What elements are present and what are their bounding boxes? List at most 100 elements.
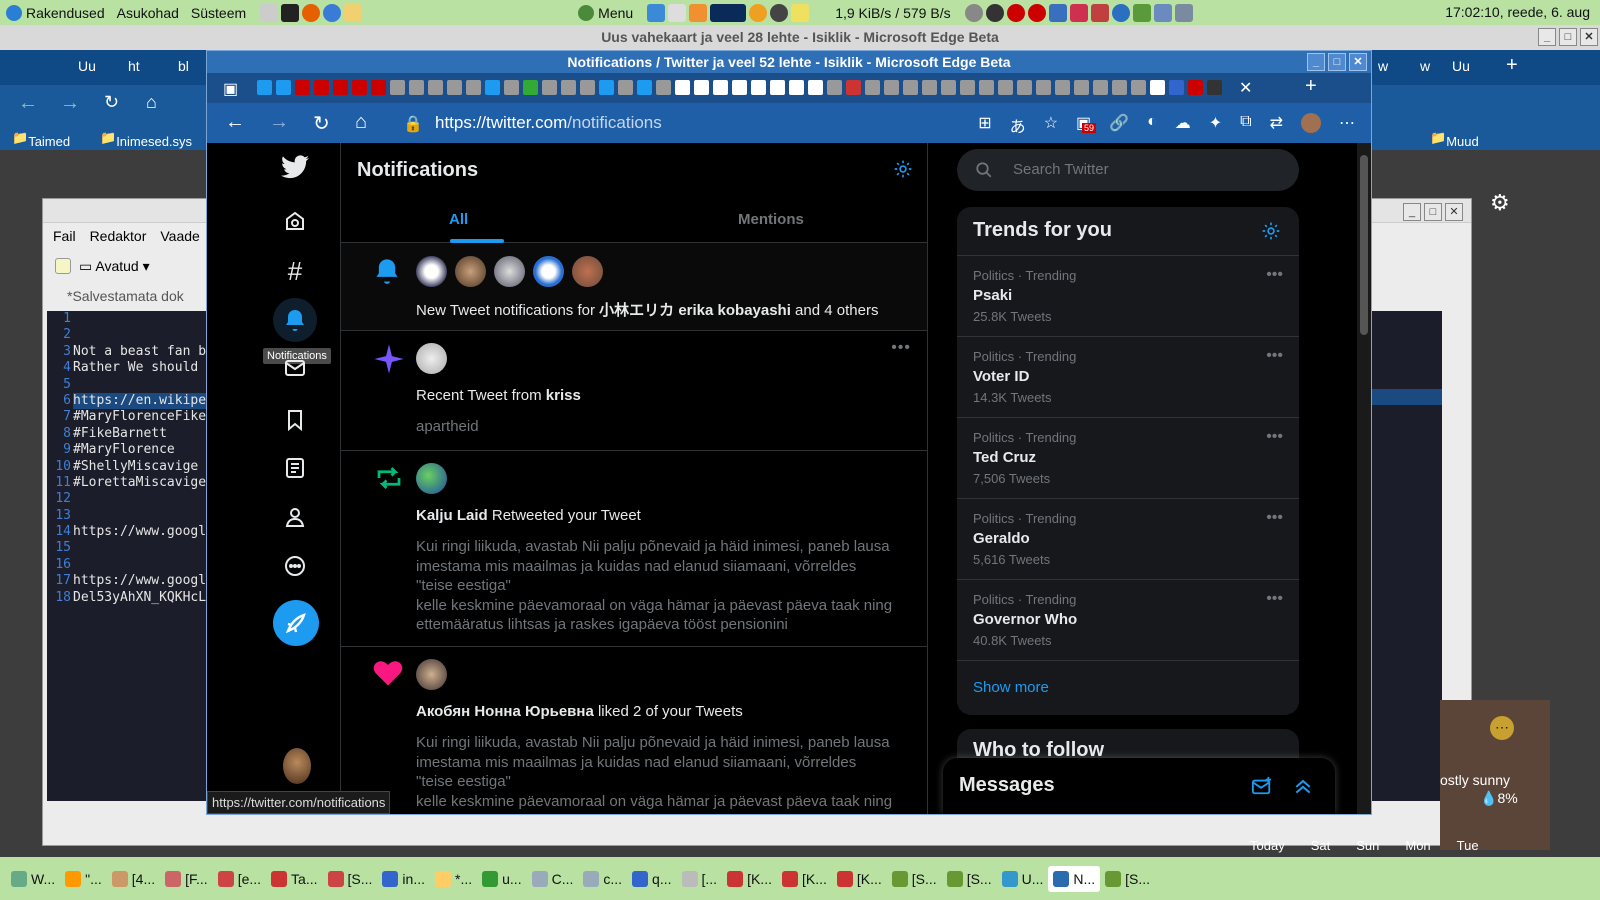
- tab-favicon-icon[interactable]: [732, 80, 747, 95]
- tab-favicon-icon[interactable]: [447, 80, 462, 95]
- notification-item[interactable]: New Tweet notifications for 小林エリカ erika …: [341, 243, 927, 331]
- tab-all[interactable]: All: [449, 211, 468, 228]
- taskbar-item[interactable]: [F...: [160, 866, 213, 892]
- taskbar-item[interactable]: [K...: [832, 866, 887, 892]
- close-icon[interactable]: ✕: [1349, 53, 1367, 71]
- avatar[interactable]: [455, 256, 486, 287]
- tab-favicon-icon[interactable]: [675, 80, 690, 95]
- tab-favicon-icon[interactable]: [1055, 80, 1070, 95]
- stats-icon[interactable]: [1153, 3, 1172, 22]
- clock[interactable]: 17:02:10, reede, 6. aug: [1445, 4, 1590, 20]
- bg-tab-r1[interactable]: w: [1378, 58, 1388, 74]
- package-icon[interactable]: [1069, 3, 1088, 22]
- taskbar-item[interactable]: Ta...: [266, 866, 322, 892]
- back-icon[interactable]: ←: [225, 111, 245, 134]
- tab-favicon-icon[interactable]: [504, 80, 519, 95]
- check-icon[interactable]: [647, 3, 666, 22]
- tab-favicon-icon[interactable]: [561, 80, 576, 95]
- new-message-icon[interactable]: [1251, 776, 1273, 796]
- network-icon[interactable]: [668, 3, 687, 22]
- home-icon[interactable]: [273, 199, 317, 243]
- taskbar-item[interactable]: [K...: [777, 866, 832, 892]
- bg-tab-r2[interactable]: w: [1420, 58, 1430, 74]
- trend-item[interactable]: Politics · Trending Psaki 25.8K Tweets •…: [957, 255, 1299, 336]
- close-icon[interactable]: ✕: [1580, 28, 1598, 46]
- tab-favicon-icon[interactable]: [770, 80, 785, 95]
- avatar[interactable]: [572, 256, 603, 287]
- show-more-link[interactable]: Show more: [973, 679, 1049, 696]
- tab-favicon-icon[interactable]: [713, 80, 728, 95]
- record-icon[interactable]: [1027, 3, 1046, 22]
- tab-favicon-icon[interactable]: [637, 80, 652, 95]
- close-icon[interactable]: ✕: [1445, 203, 1463, 221]
- apps-menu[interactable]: Rakendused: [0, 4, 111, 21]
- tab-favicon-icon[interactable]: [1017, 80, 1032, 95]
- profile-icon[interactable]: [273, 495, 317, 539]
- menu-file[interactable]: Fail: [53, 228, 76, 244]
- avatar[interactable]: [416, 256, 447, 287]
- notes-icon[interactable]: [791, 3, 810, 22]
- avatar[interactable]: [416, 659, 447, 690]
- more-circle-icon[interactable]: [273, 544, 317, 588]
- account-avatar[interactable]: [283, 748, 311, 784]
- notification-item[interactable]: Акобян Нонна Юрьевна liked 2 of your Twe…: [341, 647, 927, 814]
- trend-item[interactable]: Politics · Trending Geraldo 5,616 Tweets…: [957, 498, 1299, 579]
- tab-favicon-icon[interactable]: [1093, 80, 1108, 95]
- explore-hashtag-icon[interactable]: #: [273, 249, 317, 293]
- taskbar-item[interactable]: q...: [627, 866, 676, 892]
- more-icon[interactable]: ⋯: [1339, 113, 1355, 137]
- extension-badge-icon[interactable]: ▣59: [1076, 113, 1097, 137]
- tab-favicon-icon[interactable]: [276, 80, 291, 95]
- lists-icon[interactable]: [273, 446, 317, 490]
- collections-icon[interactable]: ⧉: [1240, 113, 1251, 137]
- tab-favicon-icon[interactable]: [523, 80, 538, 95]
- taskbar-item[interactable]: in...: [377, 866, 430, 892]
- tab-favicon-icon[interactable]: [1150, 80, 1165, 95]
- extensions-icon[interactable]: ✦: [1209, 113, 1222, 137]
- avatar[interactable]: [533, 256, 564, 287]
- minimize-icon[interactable]: _: [1403, 203, 1421, 221]
- fav-folder-other[interactable]: 📁 Muud lemmikud: [1430, 130, 1502, 164]
- tab-favicon-icon[interactable]: [1207, 80, 1222, 95]
- more-icon[interactable]: •••: [891, 339, 911, 357]
- twitter-logo-icon[interactable]: [273, 145, 317, 189]
- firefox-icon[interactable]: [302, 3, 321, 22]
- taskbar-item[interactable]: [S...: [887, 866, 942, 892]
- chart-icon[interactable]: [1090, 3, 1109, 22]
- avatar[interactable]: [416, 463, 447, 494]
- tab-favicon-icon[interactable]: [257, 80, 272, 95]
- tab-favicon-icon[interactable]: [352, 80, 367, 95]
- bg-tab-3[interactable]: bl: [178, 58, 189, 74]
- taskbar-item[interactable]: c...: [578, 866, 627, 892]
- tab-favicon-icon[interactable]: [409, 80, 424, 95]
- system-monitor-icon[interactable]: [710, 3, 747, 22]
- tab-favicon-icon[interactable]: [979, 80, 994, 95]
- tab-favicon-icon[interactable]: [314, 80, 329, 95]
- app-available-icon[interactable]: ⊞: [978, 113, 991, 137]
- tab-favicon-icon[interactable]: [1112, 80, 1127, 95]
- qb-icon[interactable]: [1111, 3, 1130, 22]
- menu-edit[interactable]: Redaktor: [90, 228, 147, 244]
- back-icon[interactable]: ←: [18, 92, 38, 115]
- tab-favicon-icon[interactable]: [922, 80, 937, 95]
- trend-item[interactable]: Politics · Trending Voter ID 14.3K Tweet…: [957, 336, 1299, 417]
- new-document-icon[interactable]: [55, 258, 71, 274]
- home-icon[interactable]: ⌂: [146, 92, 157, 113]
- sync-icon[interactable]: ⇄: [1270, 113, 1283, 137]
- tab-favicon-icon[interactable]: [827, 80, 842, 95]
- taskbar-item[interactable]: N...: [1048, 865, 1101, 892]
- forward-icon[interactable]: →: [60, 92, 80, 115]
- forward-icon[interactable]: →: [269, 111, 289, 134]
- taskbar-item[interactable]: [...: [677, 866, 723, 892]
- tab-favicon-icon[interactable]: [998, 80, 1013, 95]
- link-icon[interactable]: 🔗: [1109, 113, 1129, 137]
- tab-actions-icon[interactable]: ▣: [223, 79, 238, 99]
- address-bar[interactable]: https://twitter.com/notifications: [435, 109, 875, 137]
- clipboard-icon[interactable]: [1174, 3, 1193, 22]
- more-icon[interactable]: •••: [1266, 509, 1283, 527]
- avatar[interactable]: [416, 343, 447, 374]
- tab-favicon-icon[interactable]: [884, 80, 899, 95]
- scrollbar-thumb[interactable]: [1360, 155, 1368, 335]
- system-menu[interactable]: Süsteem: [185, 5, 252, 21]
- tab-favicon-icon[interactable]: [1074, 80, 1089, 95]
